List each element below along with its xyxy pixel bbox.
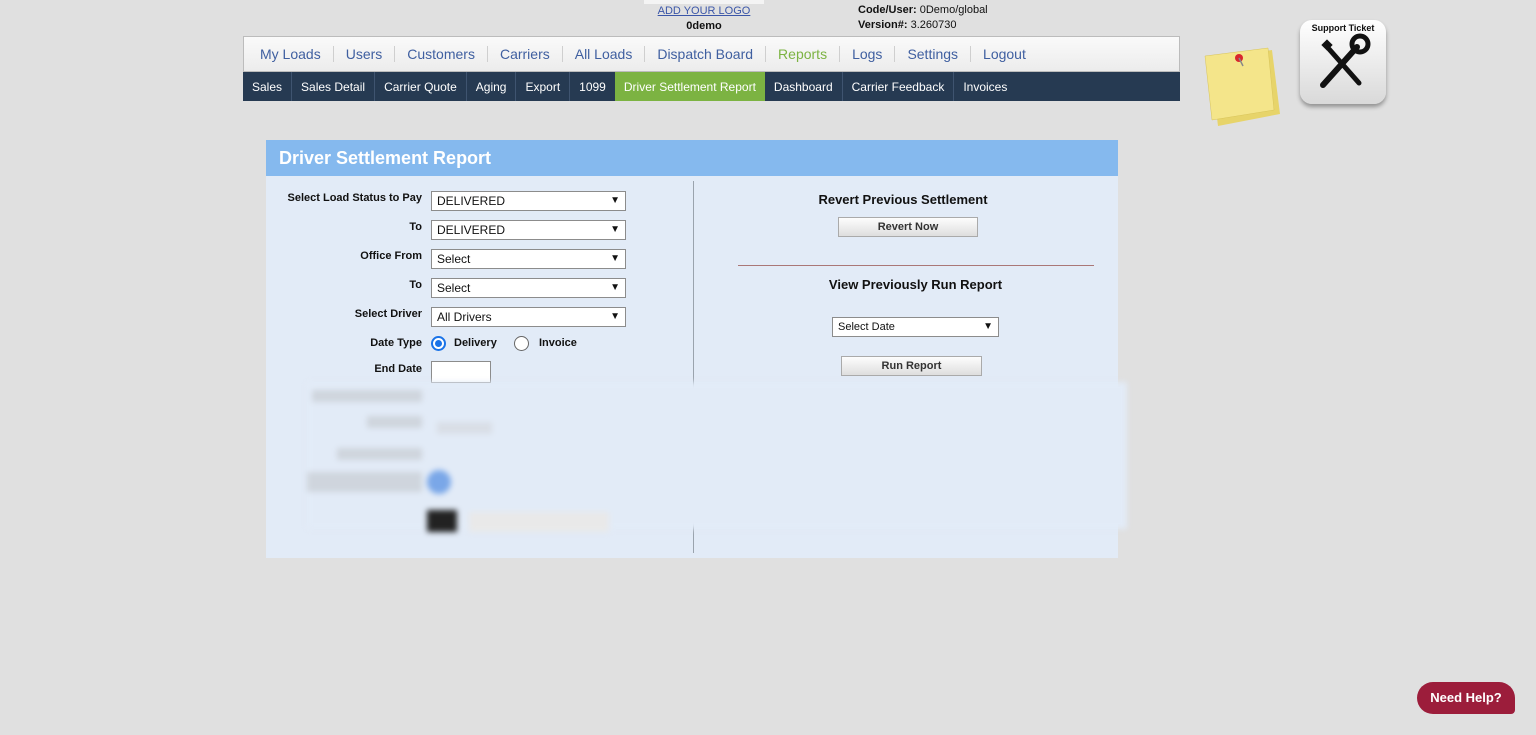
section-divider xyxy=(738,265,1094,266)
nav-item-my-loads[interactable]: My Loads xyxy=(248,46,334,62)
load-status-to-label: To xyxy=(409,221,422,233)
office-to-value: Select xyxy=(437,281,471,295)
revert-now-button[interactable]: Revert Now xyxy=(838,217,978,237)
obscured-region xyxy=(307,382,1127,532)
code-user-value: 0Demo/global xyxy=(919,4,988,16)
load-status-from-value: DELIVERED xyxy=(437,194,506,208)
subnav-item-1099[interactable]: 1099 xyxy=(570,72,615,101)
run-report-button[interactable]: Run Report xyxy=(841,356,982,376)
office-from-label: Office From xyxy=(360,250,422,262)
select-date-value: Select Date xyxy=(838,321,895,333)
view-report-heading: View Previously Run Report xyxy=(828,277,1003,292)
logo-placeholder xyxy=(644,0,764,4)
support-ticket-button[interactable]: Support Ticket xyxy=(1300,20,1386,104)
load-status-to-select[interactable]: DELIVERED ▼ xyxy=(431,220,626,240)
nav-item-dispatch-board[interactable]: Dispatch Board xyxy=(645,46,767,62)
driver-select[interactable]: All Drivers ▼ xyxy=(431,307,626,327)
nav-item-logout[interactable]: Logout xyxy=(971,46,1038,62)
subnav-item-sales-detail[interactable]: Sales Detail xyxy=(292,72,376,101)
nav-item-all-loads[interactable]: All Loads xyxy=(563,46,646,62)
add-logo-link[interactable]: ADD YOUR LOGO xyxy=(644,5,764,17)
chevron-down-icon: ▼ xyxy=(610,253,620,264)
driver-value: All Drivers xyxy=(437,310,492,324)
nav-item-customers[interactable]: Customers xyxy=(395,46,488,62)
chevron-down-icon: ▼ xyxy=(610,311,620,322)
chevron-down-icon: ▼ xyxy=(610,282,620,293)
select-date-dropdown[interactable]: Select Date ▼ xyxy=(832,317,999,337)
office-from-value: Select xyxy=(437,252,471,266)
version-label: Version#: xyxy=(858,19,908,31)
driver-label: Select Driver xyxy=(354,308,422,320)
date-type-label: Date Type xyxy=(370,337,422,349)
subnav-item-carrier-feedback[interactable]: Carrier Feedback xyxy=(843,72,955,101)
panel-title: Driver Settlement Report xyxy=(266,140,1118,176)
nav-item-settings[interactable]: Settings xyxy=(895,46,972,62)
load-status-from-label: Select Load Status to Pay xyxy=(287,192,422,204)
nav-item-carriers[interactable]: Carriers xyxy=(488,46,563,62)
chevron-down-icon: ▼ xyxy=(983,321,993,332)
nav-item-logs[interactable]: Logs xyxy=(840,46,896,62)
date-type-invoice-radio[interactable] xyxy=(514,336,529,351)
subnav-item-aging[interactable]: Aging xyxy=(467,72,517,101)
chevron-down-icon: ▼ xyxy=(610,195,620,206)
date-type-invoice-label: Invoice xyxy=(539,337,577,349)
subnav-item-export[interactable]: Export xyxy=(516,72,571,101)
subnav-item-carrier-quote[interactable]: Carrier Quote xyxy=(375,72,467,101)
load-status-to-value: DELIVERED xyxy=(437,223,506,237)
sticky-note-icon[interactable] xyxy=(1202,46,1282,128)
date-type-delivery-radio[interactable] xyxy=(431,336,446,351)
subnav-item-sales[interactable]: Sales xyxy=(243,72,293,101)
support-ticket-label: Support Ticket xyxy=(1311,23,1375,33)
date-type-delivery-label: Delivery xyxy=(454,337,497,349)
nav-item-reports[interactable]: Reports xyxy=(766,46,841,62)
subnav-item-dashboard[interactable]: Dashboard xyxy=(765,72,843,101)
revert-heading: Revert Previous Settlement xyxy=(818,192,988,207)
driver-settlement-panel: Driver Settlement Report Select Load Sta… xyxy=(266,140,1127,558)
load-status-from-select[interactable]: DELIVERED ▼ xyxy=(431,191,626,211)
wrench-screwdriver-icon xyxy=(1320,33,1371,88)
company-name: 0demo xyxy=(686,20,722,32)
end-date-label: End Date xyxy=(374,363,422,375)
end-date-input[interactable] xyxy=(431,361,491,383)
office-to-label: To xyxy=(409,279,422,291)
nav-item-users[interactable]: Users xyxy=(334,46,396,62)
main-nav: My Loads Users Customers Carriers All Loads D… xyxy=(243,36,1180,72)
office-from-select[interactable]: Select ▼ xyxy=(431,249,626,269)
office-to-select[interactable]: Select ▼ xyxy=(431,278,626,298)
subnav-item-driver-settlement-report[interactable]: Driver Settlement Report xyxy=(614,72,765,101)
need-help-button[interactable]: Need Help? xyxy=(1417,682,1515,714)
reports-sub-nav: Sales Sales Detail Carrier Quote Aging Expor… xyxy=(243,72,1180,101)
version-value: 3.260730 xyxy=(910,19,957,31)
code-user-label: Code/User: xyxy=(858,4,917,16)
account-info: Code/User: 0Demo/global Version#: 3.2607… xyxy=(858,3,988,33)
subnav-item-invoices[interactable]: Invoices xyxy=(954,72,1016,101)
chevron-down-icon: ▼ xyxy=(610,224,620,235)
logo-area: ADD YOUR LOGO 0demo xyxy=(644,0,764,32)
